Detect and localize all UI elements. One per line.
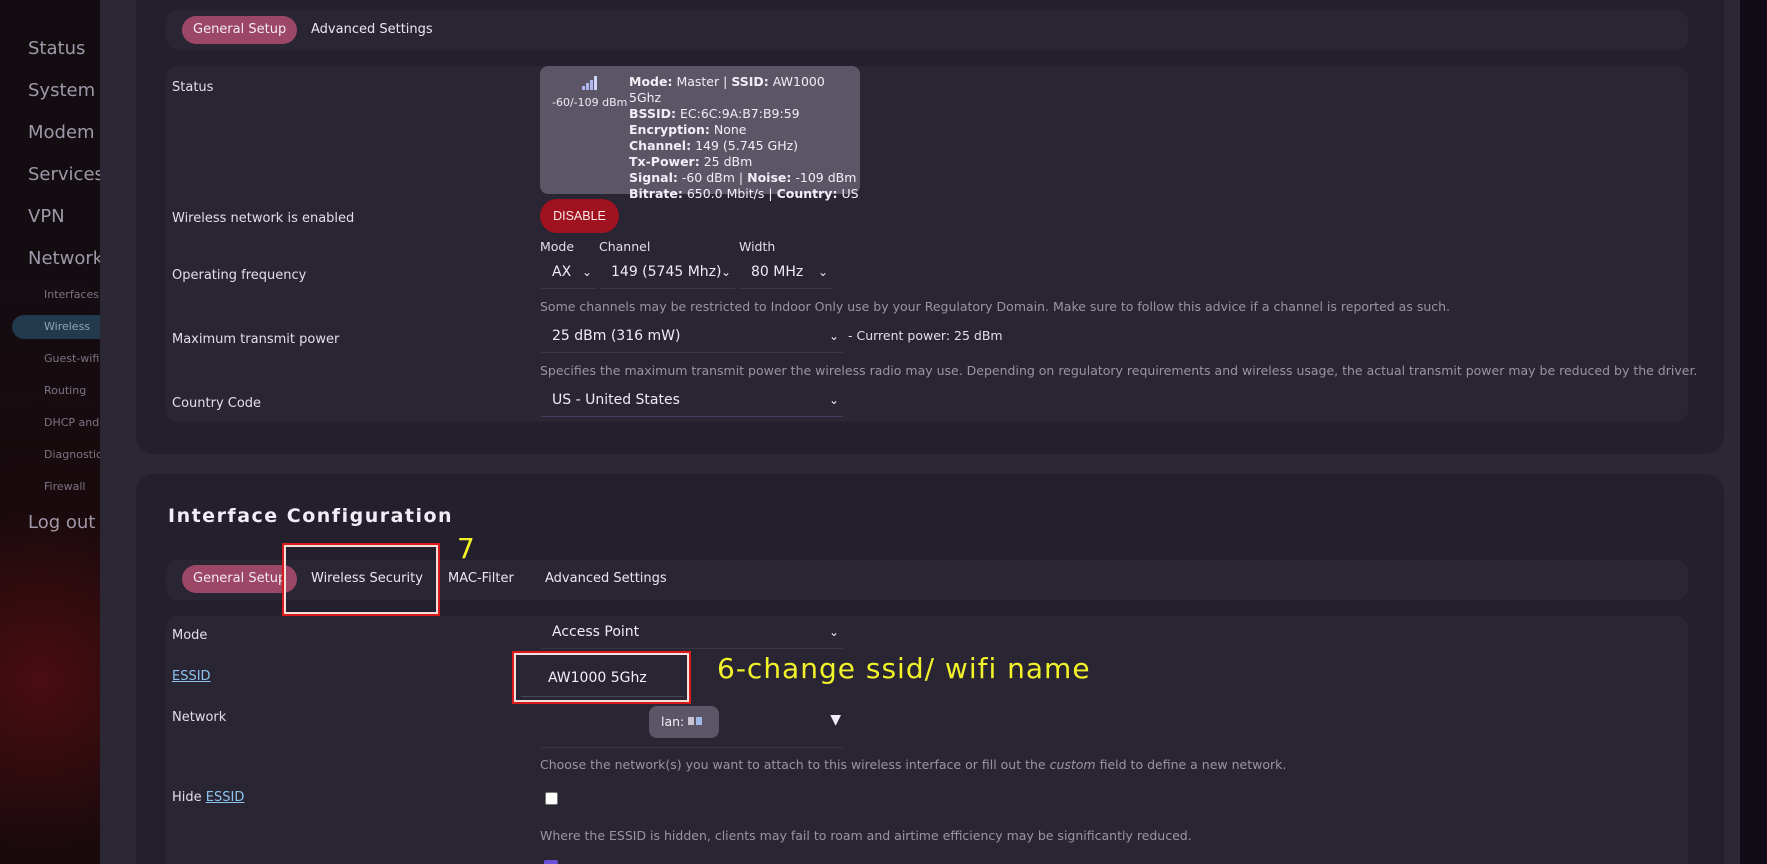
sidebar-item-vpn[interactable]: VPN: [28, 206, 65, 227]
network-label: Network: [172, 710, 227, 725]
essid-label[interactable]: ESSID: [172, 669, 211, 684]
chevron-down-icon: ⌄: [581, 265, 592, 279]
sidebar-subitem-wireless[interactable]: Wireless: [44, 320, 90, 333]
status-box: -60/-109 dBm Mode: Master | SSID: AW1000…: [540, 66, 860, 201]
sidebar-item-network[interactable]: Network: [28, 248, 100, 269]
hide-essid-checkbox[interactable]: [545, 792, 558, 805]
tab-general-setup[interactable]: General Setup: [182, 16, 298, 44]
width-select[interactable]: 80 MHz ⌄: [740, 255, 832, 289]
country-code-select[interactable]: US - United States ⌄: [541, 383, 843, 417]
country-code-label: Country Code: [172, 396, 262, 411]
annotation-step-7: 7: [457, 532, 475, 565]
sidebar-item-modem[interactable]: Modem: [28, 122, 95, 143]
interface-configuration-title: Interface Configuration: [168, 505, 454, 527]
status-label: Status: [172, 80, 214, 95]
annotation-step-6: 6-change ssid/ wifi name: [717, 652, 1091, 685]
network-hint: Choose the network(s) you want to attach…: [540, 757, 1287, 772]
next-checkbox-edge: [544, 860, 558, 864]
hw-mode-select[interactable]: AX ⌄: [541, 255, 596, 289]
tab-general-setup[interactable]: General Setup: [182, 565, 298, 593]
sidebar-item-services[interactable]: Services: [28, 164, 100, 185]
sidebar-subitem-interfaces[interactable]: Interfaces: [44, 288, 99, 301]
signal-text: -60/-109 dBm: [552, 96, 628, 109]
tx-power-hint: Specifies the maximum transmit power the…: [540, 363, 1698, 378]
interface-mode-select[interactable]: Access Point ⌄: [541, 615, 843, 649]
mode-column-head: Mode: [540, 239, 575, 254]
chevron-down-icon: ⌄: [828, 393, 839, 407]
current-power-text: - Current power: 25 dBm: [848, 328, 1003, 343]
width-column-head: Width: [739, 239, 776, 254]
sidebar-subitem-firewall[interactable]: Firewall: [44, 480, 85, 493]
highlight-essid-input: [512, 651, 691, 704]
network-lan-pill[interactable]: lan:: [649, 706, 719, 738]
channel-select[interactable]: 149 (5745 Mhz) ⌄: [600, 255, 735, 289]
tab-mac-filter[interactable]: MAC-Filter: [437, 565, 525, 593]
chevron-down-icon: ⌄: [828, 625, 839, 639]
sidebar-logout[interactable]: Log out: [28, 512, 95, 533]
sidebar-subitem-routing[interactable]: Routing: [44, 384, 86, 397]
sidebar-subitem-dhcp[interactable]: DHCP and: [44, 416, 99, 429]
disable-button[interactable]: DISABLE: [540, 199, 619, 233]
channel-column-head: Channel: [599, 239, 651, 254]
chevron-down-icon: ⌄: [817, 265, 828, 279]
sidebar-subitem-guest-wifi[interactable]: Guest-wifi: [44, 352, 99, 365]
channel-hint: Some channels may be restricted to Indoo…: [540, 299, 1451, 314]
sidebar-item-status[interactable]: Status: [28, 38, 85, 59]
operating-frequency-label: Operating frequency: [172, 268, 307, 283]
right-scroll-strip: [1740, 0, 1767, 864]
highlight-wireless-security: [282, 543, 440, 616]
sidebar-subitem-diagnostics[interactable]: Diagnostic: [44, 448, 100, 461]
tab-advanced-settings[interactable]: Advanced Settings: [300, 16, 444, 44]
sidebar-item-system[interactable]: System: [28, 80, 95, 101]
chevron-down-icon: ⌄: [720, 265, 731, 279]
tx-power-select[interactable]: 25 dBm (316 mW) ⌄: [541, 319, 843, 353]
network-ports-icon: [688, 717, 703, 725]
triangle-down-icon: ▼: [830, 712, 841, 728]
signal-bars-icon: [582, 76, 600, 90]
mode-label: Mode: [172, 628, 208, 643]
wireless-enabled-label: Wireless network is enabled: [172, 211, 355, 226]
max-transmit-power-label: Maximum transmit power: [172, 332, 340, 347]
chevron-down-icon: ⌄: [828, 329, 839, 343]
hide-essid-label: Hide ESSID: [172, 790, 245, 805]
hide-essid-hint: Where the ESSID is hidden, clients may f…: [540, 828, 1192, 843]
status-info: Mode: Master | SSID: AW1000 5Ghz BSSID: …: [629, 74, 859, 201]
sidebar: Status System Modem Services VPN Network…: [0, 0, 100, 864]
hide-essid-link[interactable]: ESSID: [206, 790, 245, 805]
tab-advanced-settings[interactable]: Advanced Settings: [534, 565, 678, 593]
